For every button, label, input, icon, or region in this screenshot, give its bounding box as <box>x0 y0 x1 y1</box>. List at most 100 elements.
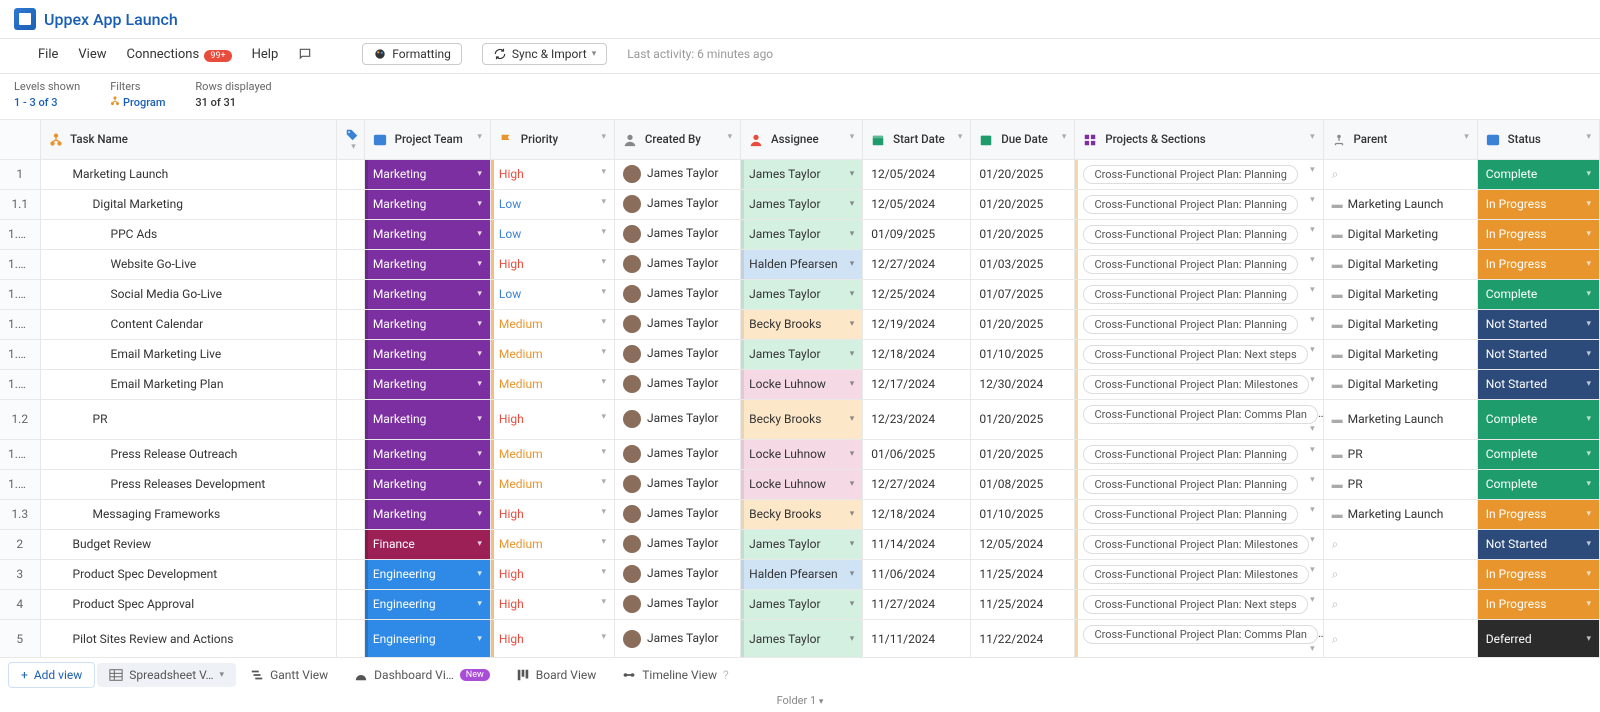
priority-cell[interactable]: Medium▾ <box>490 309 614 339</box>
start-date-cell[interactable]: 11/14/2024 <box>863 529 971 559</box>
col-header-tags[interactable]: ▾ <box>336 120 364 159</box>
due-date-cell[interactable]: 01/08/2025 <box>971 469 1075 499</box>
tags-cell[interactable] <box>336 339 364 369</box>
tags-cell[interactable] <box>336 369 364 399</box>
col-header-created[interactable]: Created By▾ <box>615 120 741 159</box>
menu-view[interactable]: View <box>78 47 106 62</box>
parent-cell[interactable]: ⌕ <box>1323 589 1477 619</box>
table-row[interactable]: 1.1.3Social Media Go-LiveMarketing▾Low▾J… <box>0 279 1600 309</box>
assignee-cell[interactable]: Locke Luhnow▾ <box>741 369 863 399</box>
team-cell[interactable]: Marketing▾ <box>364 309 490 339</box>
start-date-cell[interactable]: 12/05/2024 <box>863 159 971 189</box>
parent-cell[interactable]: ▬Digital Marketing <box>1323 219 1477 249</box>
table-row[interactable]: 1▾Marketing LaunchMarketing▾High▾James T… <box>0 159 1600 189</box>
folder-bar[interactable]: Folder 1 ▾ <box>0 691 1600 710</box>
col-header-priority[interactable]: Priority▾ <box>490 120 614 159</box>
projects-cell[interactable]: Cross-Functional Project Plan: Planning▾ <box>1075 309 1323 339</box>
projects-cell[interactable]: Cross-Functional Project Plan: Planning▾ <box>1075 469 1323 499</box>
chat-icon[interactable] <box>298 47 312 62</box>
col-header-assignee[interactable]: Assignee▾ <box>741 120 863 159</box>
task-name-cell[interactable]: Press Releases Development <box>40 469 336 499</box>
table-row[interactable]: 3Product Spec DevelopmentEngineering▾Hig… <box>0 559 1600 589</box>
tags-cell[interactable] <box>336 439 364 469</box>
projects-cell[interactable]: Cross-Functional Project Plan: Milestone… <box>1075 369 1323 399</box>
team-cell[interactable]: Marketing▾ <box>364 339 490 369</box>
tags-cell[interactable] <box>336 529 364 559</box>
priority-cell[interactable]: High▾ <box>490 159 614 189</box>
start-date-cell[interactable]: 12/17/2024 <box>863 369 971 399</box>
search-icon[interactable]: ⌕ <box>1332 167 1339 181</box>
col-header-status[interactable]: Status▾ <box>1477 120 1599 159</box>
priority-cell[interactable]: Medium▾ <box>490 369 614 399</box>
tags-cell[interactable] <box>336 279 364 309</box>
tags-cell[interactable] <box>336 189 364 219</box>
parent-cell[interactable]: ▬PR <box>1323 469 1477 499</box>
task-name-cell[interactable]: Press Release Outreach <box>40 439 336 469</box>
team-cell[interactable]: Engineering▾ <box>364 619 490 659</box>
start-date-cell[interactable]: 12/18/2024 <box>863 499 971 529</box>
priority-cell[interactable]: Low▾ <box>490 279 614 309</box>
start-date-cell[interactable]: 01/06/2025 <box>863 439 971 469</box>
status-cell[interactable]: In Progress▾ <box>1477 249 1599 279</box>
parent-cell[interactable]: ▬Digital Marketing <box>1323 369 1477 399</box>
table-row[interactable]: 1.2.2Press Releases DevelopmentMarketing… <box>0 469 1600 499</box>
parent-cell[interactable]: ⌕ <box>1323 619 1477 659</box>
table-row[interactable]: 1.2.1Press Release OutreachMarketing▾Med… <box>0 439 1600 469</box>
tags-cell[interactable] <box>336 469 364 499</box>
due-date-cell[interactable]: 01/20/2025 <box>971 439 1075 469</box>
team-cell[interactable]: Marketing▾ <box>364 159 490 189</box>
created-by-cell[interactable]: James Taylor <box>615 219 741 249</box>
col-header-task[interactable]: Task Name <box>40 120 336 159</box>
projects-cell[interactable]: Cross-Functional Project Plan: Comms Pla… <box>1075 399 1323 439</box>
created-by-cell[interactable]: James Taylor <box>615 439 741 469</box>
projects-cell[interactable]: Cross-Functional Project Plan: Planning▾ <box>1075 219 1323 249</box>
task-name-cell[interactable]: Product Spec Development <box>40 559 336 589</box>
start-date-cell[interactable]: 12/18/2024 <box>863 339 971 369</box>
filters[interactable]: Filters Program <box>110 80 165 109</box>
due-date-cell[interactable]: 01/10/2025 <box>971 339 1075 369</box>
created-by-cell[interactable]: James Taylor <box>615 559 741 589</box>
priority-cell[interactable]: High▾ <box>490 559 614 589</box>
tags-cell[interactable] <box>336 619 364 659</box>
table-row[interactable]: 4Product Spec ApprovalEngineering▾High▾J… <box>0 589 1600 619</box>
assignee-cell[interactable]: Halden Pfearsen▾ <box>741 249 863 279</box>
due-date-cell[interactable]: 12/30/2024 <box>971 369 1075 399</box>
parent-cell[interactable]: ⌕ <box>1323 159 1477 189</box>
assignee-cell[interactable]: Becky Brooks▾ <box>741 309 863 339</box>
created-by-cell[interactable]: James Taylor <box>615 469 741 499</box>
due-date-cell[interactable]: 01/03/2025 <box>971 249 1075 279</box>
task-name-cell[interactable]: ▾Digital Marketing <box>40 189 336 219</box>
assignee-cell[interactable]: Locke Luhnow▾ <box>741 439 863 469</box>
assignee-cell[interactable]: James Taylor▾ <box>741 529 863 559</box>
tags-cell[interactable] <box>336 399 364 439</box>
assignee-cell[interactable]: James Taylor▾ <box>741 589 863 619</box>
start-date-cell[interactable]: 11/06/2024 <box>863 559 971 589</box>
status-cell[interactable]: Complete▾ <box>1477 439 1599 469</box>
team-cell[interactable]: Engineering▾ <box>364 589 490 619</box>
search-icon[interactable]: ⌕ <box>1332 537 1339 551</box>
assignee-cell[interactable]: James Taylor▾ <box>741 339 863 369</box>
tab-dashboard[interactable]: Dashboard Vi… New <box>342 663 502 687</box>
status-cell[interactable]: Complete▾ <box>1477 279 1599 309</box>
team-cell[interactable]: Marketing▾ <box>364 469 490 499</box>
created-by-cell[interactable]: James Taylor <box>615 399 741 439</box>
assignee-cell[interactable]: Halden Pfearsen▾ <box>741 559 863 589</box>
parent-cell[interactable]: ▬Digital Marketing <box>1323 279 1477 309</box>
tab-spreadsheet[interactable]: Spreadsheet V… ▾ <box>97 663 236 687</box>
task-name-cell[interactable]: Email Marketing Plan <box>40 369 336 399</box>
status-cell[interactable]: Not Started▾ <box>1477 309 1599 339</box>
team-cell[interactable]: Marketing▾ <box>364 219 490 249</box>
parent-cell[interactable]: ⌕ <box>1323 559 1477 589</box>
tags-cell[interactable] <box>336 159 364 189</box>
due-date-cell[interactable]: 01/20/2025 <box>971 309 1075 339</box>
team-cell[interactable]: Marketing▾ <box>364 499 490 529</box>
parent-cell[interactable]: ⌕ <box>1323 529 1477 559</box>
col-header-projects[interactable]: Projects & Sections▾ <box>1075 120 1323 159</box>
due-date-cell[interactable]: 11/22/2024 <box>971 619 1075 659</box>
col-header-start[interactable]: Start Date▾ <box>863 120 971 159</box>
priority-cell[interactable]: Low▾ <box>490 189 614 219</box>
priority-cell[interactable]: High▾ <box>490 589 614 619</box>
priority-cell[interactable]: High▾ <box>490 399 614 439</box>
sync-import-button[interactable]: Sync & Import ▾ <box>482 43 607 65</box>
status-cell[interactable]: In Progress▾ <box>1477 559 1599 589</box>
